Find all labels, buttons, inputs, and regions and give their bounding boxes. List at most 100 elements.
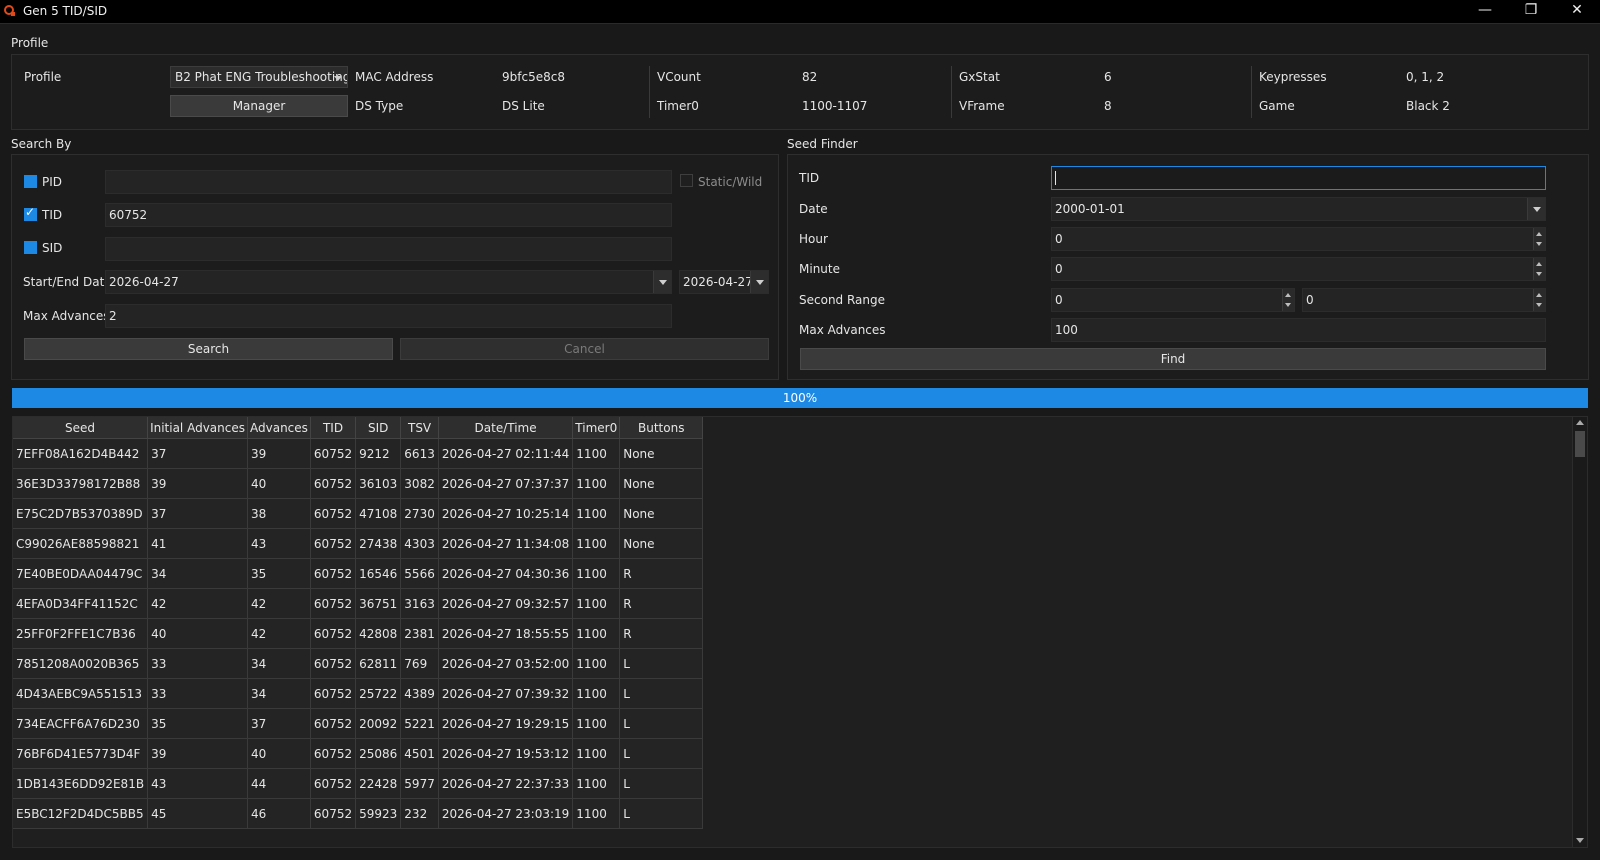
sf-date-picker[interactable]: 2000-01-01 [1051,197,1546,221]
results-table-area[interactable]: Seed Initial Advances Advances TID SID TSV Dat… [12,416,1588,848]
table-cell: 25086 [355,738,402,769]
table-cell: 60752 [310,588,357,619]
table-cell: 2730 [400,498,439,529]
end-date-value: 2026-04-27 [683,275,753,289]
static-wild-checkbox[interactable] [680,174,693,187]
table-row[interactable]: 4D43AEBC9A551513 33 34 60752 25722 4389 2026-0… [13,678,704,709]
table-cell: 33 [147,648,248,679]
table-row[interactable]: 76BF6D41E5773D4F 39 40 60752 25086 4501 2026-0… [13,738,704,769]
table-row[interactable]: 1DB143E6DD92E81B 43 44 60752 22428 5977 2026-0… [13,768,704,799]
timer0-label: Timer0 [657,99,699,113]
table-cell: R [619,588,704,619]
table-cell: 37 [147,498,248,529]
table-row[interactable]: 4EFA0D34FF41152C 42 42 60752 36751 3163 2026-0… [13,588,704,619]
end-date-picker[interactable]: 2026-04-27 [679,270,769,294]
cancel-button[interactable]: Cancel [400,338,769,360]
chevron-down-icon[interactable] [750,271,768,293]
sf-date-value: 2000-01-01 [1055,202,1125,216]
column-header[interactable]: Initial Advances [147,417,248,439]
pid-input[interactable] [105,170,672,194]
column-header[interactable]: TID [310,417,357,439]
table-row[interactable]: 7851208A0020B365 33 34 60752 62811 769 2026-04… [13,648,704,679]
search-button[interactable]: Search [24,338,393,360]
sf-tid-input[interactable] [1051,166,1546,190]
table-cell: 1100 [572,438,621,469]
table-cell: 39 [147,468,248,499]
table-row[interactable]: 7E40BE0DAA04479C 34 35 60752 16546 5566 2026-0… [13,558,704,589]
sf-hour-spinbox[interactable]: 0 [1051,227,1546,251]
max-advances-input[interactable]: 2 [105,304,672,328]
sid-input[interactable] [105,237,672,261]
sf-max-advances-input[interactable]: 100 [1051,318,1546,342]
start-date-picker[interactable]: 2026-04-27 [105,270,672,294]
table-cell: 1100 [572,588,621,619]
table-row[interactable]: 7EFF08A162D4B442 37 39 60752 9212 6613 2026-04… [13,438,704,469]
pid-checkbox[interactable] [24,175,37,188]
column-header[interactable]: SID [355,417,402,439]
table-cell: 37 [247,708,311,739]
scroll-down-arrow-icon[interactable] [1576,838,1584,843]
table-cell: 1100 [572,648,621,679]
table-row[interactable]: C99026AE88598821 41 43 60752 27438 4303 2026-0… [13,528,704,559]
column-header[interactable]: Advances [247,417,311,439]
table-cell: 60752 [310,708,357,739]
table-row[interactable]: 36E3D33798172B88 39 40 60752 36103 3082 2026-0… [13,468,704,499]
sf-minute-spinbox[interactable]: 0 [1051,257,1546,281]
minimize-button[interactable]: — [1462,0,1508,23]
column-header[interactable]: Date/Time [438,417,574,439]
table-cell: 36103 [355,468,402,499]
sf-second-end-spinbox[interactable]: 0 [1302,288,1546,312]
table-cell: L [619,768,704,799]
sf-second-range-label: Second Range [799,293,886,307]
table-cell: R [619,618,704,649]
table-cell: 36E3D33798172B88 [13,468,149,499]
spin-arrows-icon[interactable] [1282,289,1294,311]
table-cell: 62811 [355,648,402,679]
table-cell: 9212 [355,438,402,469]
table-cell: 4EFA0D34FF41152C [13,588,149,619]
spin-arrows-icon[interactable] [1533,289,1545,311]
table-cell: 25722 [355,678,402,709]
sf-second-start-spinbox[interactable]: 0 [1051,288,1295,312]
table-row[interactable]: 25FF0F2FFE1C7B36 40 42 60752 42808 2381 2026-0… [13,618,704,649]
table-cell: 7851208A0020B365 [13,648,149,679]
table-cell: 35 [247,558,311,589]
table-cell: 7EFF08A162D4B442 [13,438,149,469]
seed-finder-group: TID Date 2000-01-01 Hour 0 Minute 0 Seco… [787,154,1589,380]
sid-checkbox[interactable] [24,241,37,254]
table-cell: 2026-04-27 11:34:08 [438,528,574,559]
find-button[interactable]: Find [800,348,1546,370]
column-header[interactable]: Buttons [619,417,704,439]
spin-arrows-icon[interactable] [1533,258,1545,280]
scroll-up-arrow-icon[interactable] [1576,420,1584,425]
table-cell: 33 [147,678,248,709]
table-cell: 42 [247,618,311,649]
table-cell: 2026-04-27 19:29:15 [438,708,574,739]
chevron-down-icon[interactable] [653,271,671,293]
spin-arrows-icon[interactable] [1533,228,1545,250]
table-row[interactable]: E5BC12F2D4DC5BB5 45 46 60752 59923 232 2026-04… [13,798,704,829]
tid-checkbox[interactable] [24,205,37,221]
table-row[interactable]: 734EACFF6A76D230 35 37 60752 20092 5221 2026-0… [13,708,704,739]
sf-minute-label: Minute [799,262,840,276]
table-row[interactable]: E75C2D7B5370389D 37 38 60752 47108 2730 2026-0… [13,498,704,529]
manager-button[interactable]: Manager [170,95,348,117]
table-cell: 25FF0F2FFE1C7B36 [13,618,149,649]
tid-input[interactable]: 60752 [105,203,672,227]
column-header[interactable]: TSV [400,417,439,439]
profile-dropdown[interactable]: B2 Phat ENG Troubleshooting [170,66,348,88]
progress-bar: 100% [12,388,1588,408]
column-header[interactable]: Seed [13,417,149,439]
close-button[interactable]: ✕ [1554,0,1600,23]
table-cell: 45 [147,798,248,829]
table-cell: None [619,498,704,529]
scrollbar-thumb[interactable] [1575,431,1585,457]
chevron-down-icon[interactable] [1527,198,1545,220]
gxstat-label: GxStat [959,70,1000,84]
vertical-scrollbar[interactable] [1572,417,1587,847]
profile-section-label: Profile [11,36,49,50]
results-table[interactable]: Seed Initial Advances Advances TID SID TSV Dat… [13,417,704,829]
maximize-button[interactable]: ❐ [1508,0,1554,23]
column-header[interactable]: Timer0 [572,417,621,439]
table-cell: 2026-04-27 07:37:37 [438,468,574,499]
